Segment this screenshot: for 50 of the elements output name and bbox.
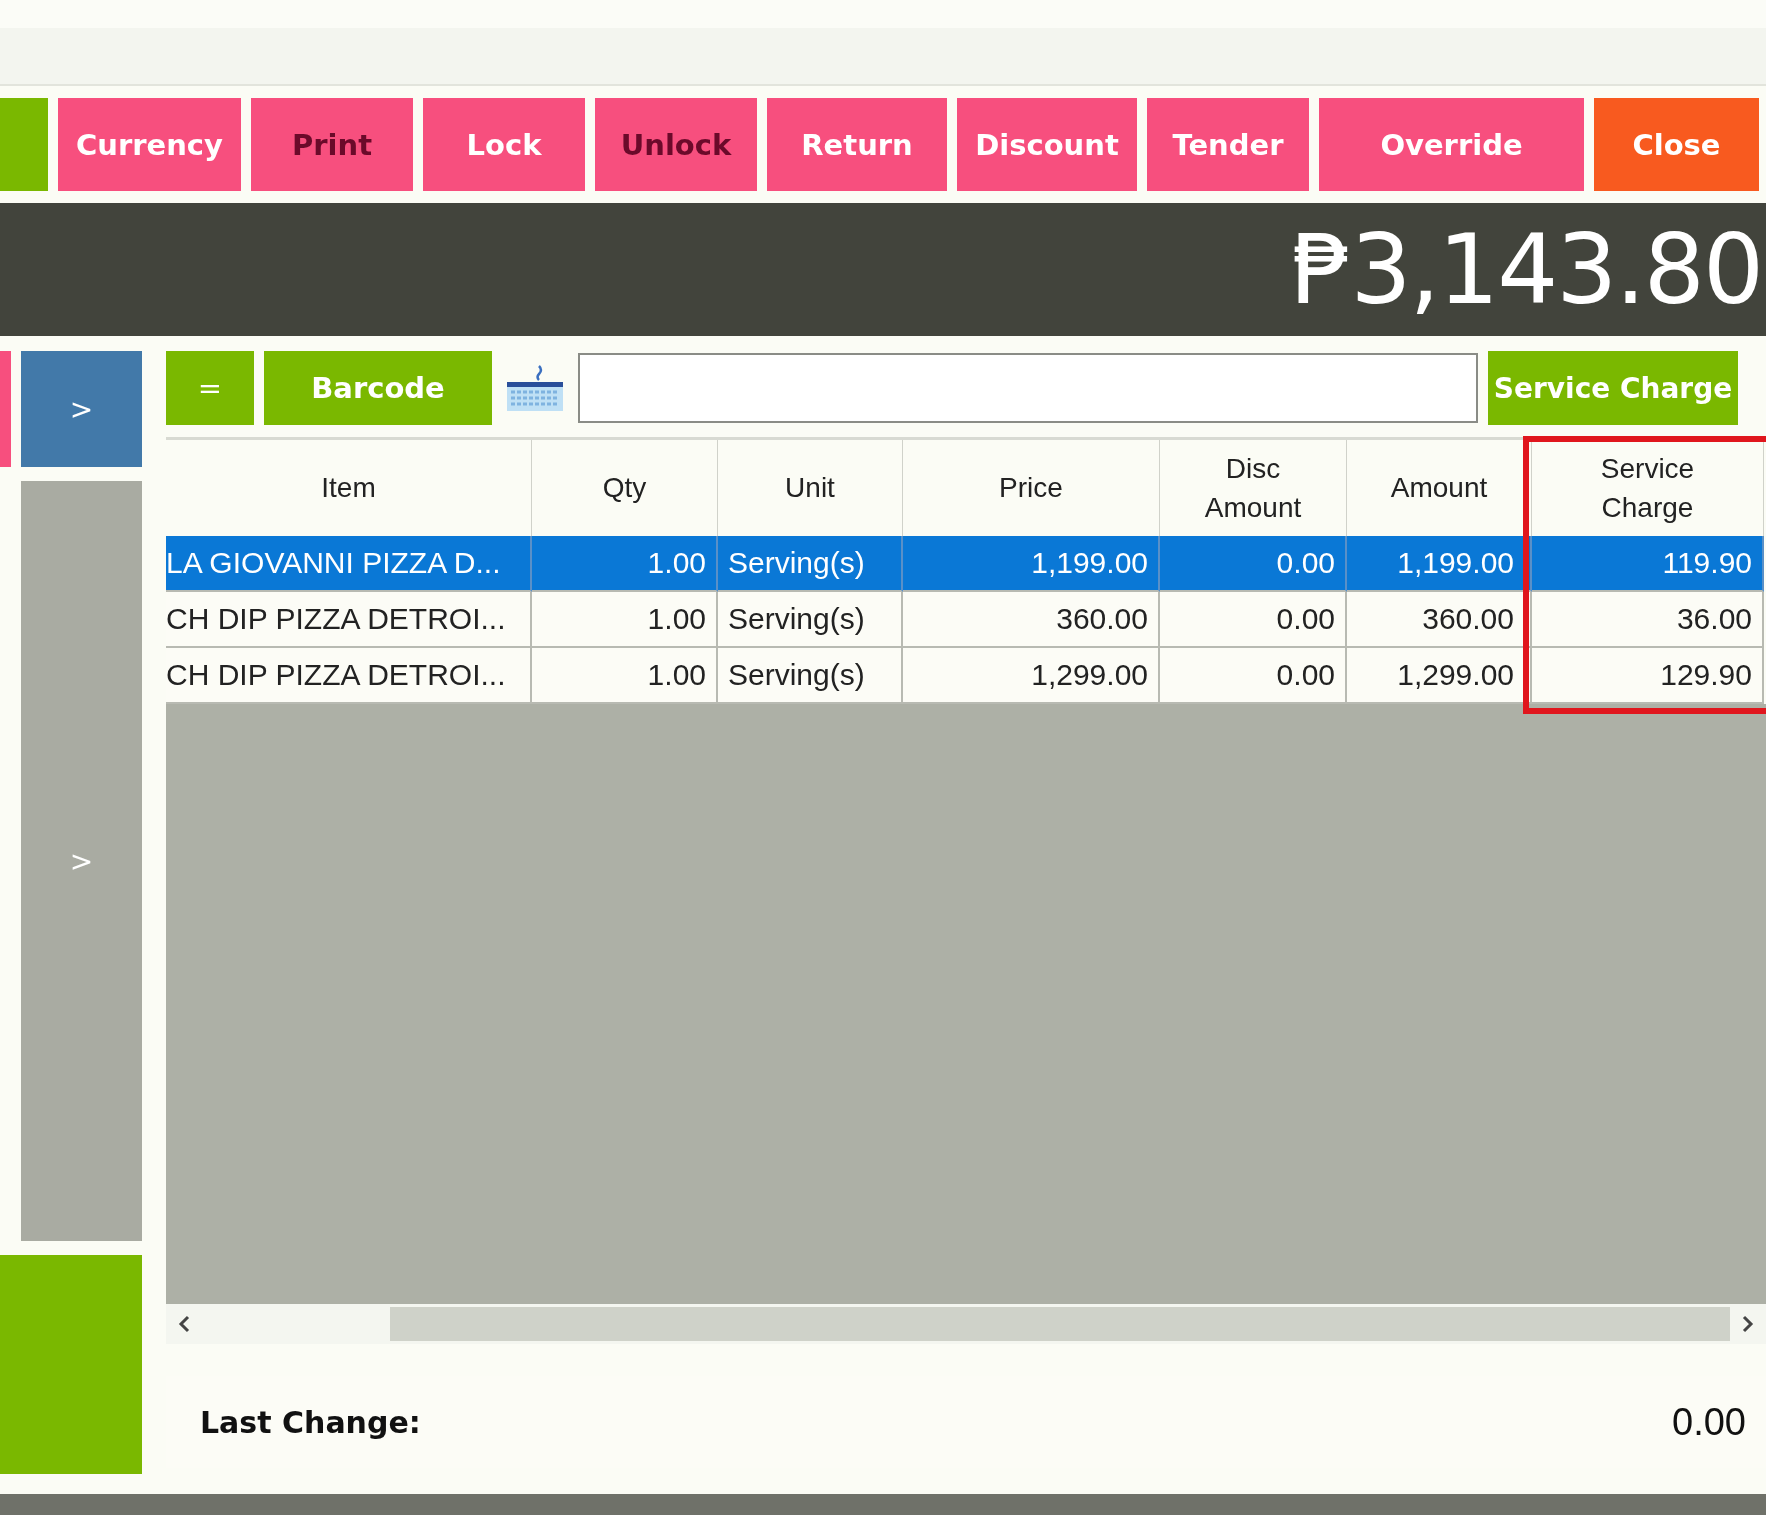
- table-cell: LA GIOVANNI PIZZA D...: [166, 536, 532, 592]
- table-cell: 0.00: [1160, 536, 1347, 592]
- table-cell: 0.00: [1160, 648, 1347, 704]
- toolbar-button[interactable]: Discount: [957, 98, 1137, 191]
- toolbar-button[interactable]: Override: [1319, 98, 1584, 191]
- table-cell: Serving(s): [718, 536, 903, 592]
- horizontal-scrollbar[interactable]: [166, 1304, 1766, 1344]
- table-cell: 119.90: [1532, 536, 1764, 592]
- toolbar-button[interactable]: Lock: [423, 98, 585, 191]
- toolbar-button[interactable]: Currency: [58, 98, 241, 191]
- table-cell: Serving(s): [718, 648, 903, 704]
- toolbar-button[interactable]: Tender: [1147, 98, 1309, 191]
- table-cell: 360.00: [903, 592, 1160, 648]
- table-cell: 129.90: [1532, 648, 1764, 704]
- service-charge-button[interactable]: Service Charge: [1488, 351, 1738, 425]
- table-cell: 1.00: [532, 536, 718, 592]
- table-cell: 1,299.00: [1347, 648, 1532, 704]
- equals-button[interactable]: =: [166, 351, 254, 425]
- table-row[interactable]: CH DIP PIZZA DETROI... 1.00 Serving(s) 1,299.00 0.00 1,299.00 129.90: [166, 648, 1766, 704]
- keyboard-icon[interactable]: [505, 362, 565, 414]
- barcode-input-field[interactable]: [578, 353, 1478, 423]
- table-row[interactable]: CH DIP PIZZA DETROI... 1.00 Serving(s) 360.00 0.00 360.00 36.00: [166, 592, 1766, 648]
- scroll-left-icon[interactable]: [177, 1315, 191, 1333]
- total-amount: ₱3,143.80: [1291, 213, 1763, 326]
- toolbar-button-partial[interactable]: [0, 98, 48, 191]
- toolbar-button[interactable]: Return: [767, 98, 947, 191]
- table-cell: 1,199.00: [1347, 536, 1532, 592]
- side-button[interactable]: >: [21, 351, 142, 467]
- table-cell: CH DIP PIZZA DETROI...: [166, 648, 532, 704]
- table-row[interactable]: LA GIOVANNI PIZZA D... 1.00 Serving(s) 1,199.00 0.00 1,199.00 119.90: [166, 536, 1766, 592]
- side-button-partial[interactable]: [0, 351, 11, 467]
- table-cell: CH DIP PIZZA DETROI...: [166, 592, 532, 648]
- table-cell: 1.00: [532, 648, 718, 704]
- scroll-right-icon[interactable]: [1741, 1315, 1755, 1333]
- table-cell: 0.00: [1160, 592, 1347, 648]
- toolbar-button[interactable]: Print: [251, 98, 413, 191]
- side-button[interactable]: >: [21, 481, 142, 1241]
- toolbar-button[interactable]: Close: [1594, 98, 1759, 191]
- table-cell: 360.00: [1347, 592, 1532, 648]
- scroll-thumb[interactable]: [390, 1307, 1730, 1341]
- table-cell: Serving(s): [718, 592, 903, 648]
- toolbar-button[interactable]: Unlock: [595, 98, 757, 191]
- last-change-label: Last Change:: [200, 1404, 421, 1440]
- barcode-button[interactable]: Barcode: [264, 351, 492, 425]
- side-button[interactable]: [0, 1255, 142, 1474]
- table-cell: 1.00: [532, 592, 718, 648]
- last-change-value: 0.00: [1672, 1400, 1746, 1444]
- table-cell: 1,199.00: [903, 536, 1160, 592]
- table-cell: 1,299.00: [903, 648, 1160, 704]
- table-cell: 36.00: [1532, 592, 1764, 648]
